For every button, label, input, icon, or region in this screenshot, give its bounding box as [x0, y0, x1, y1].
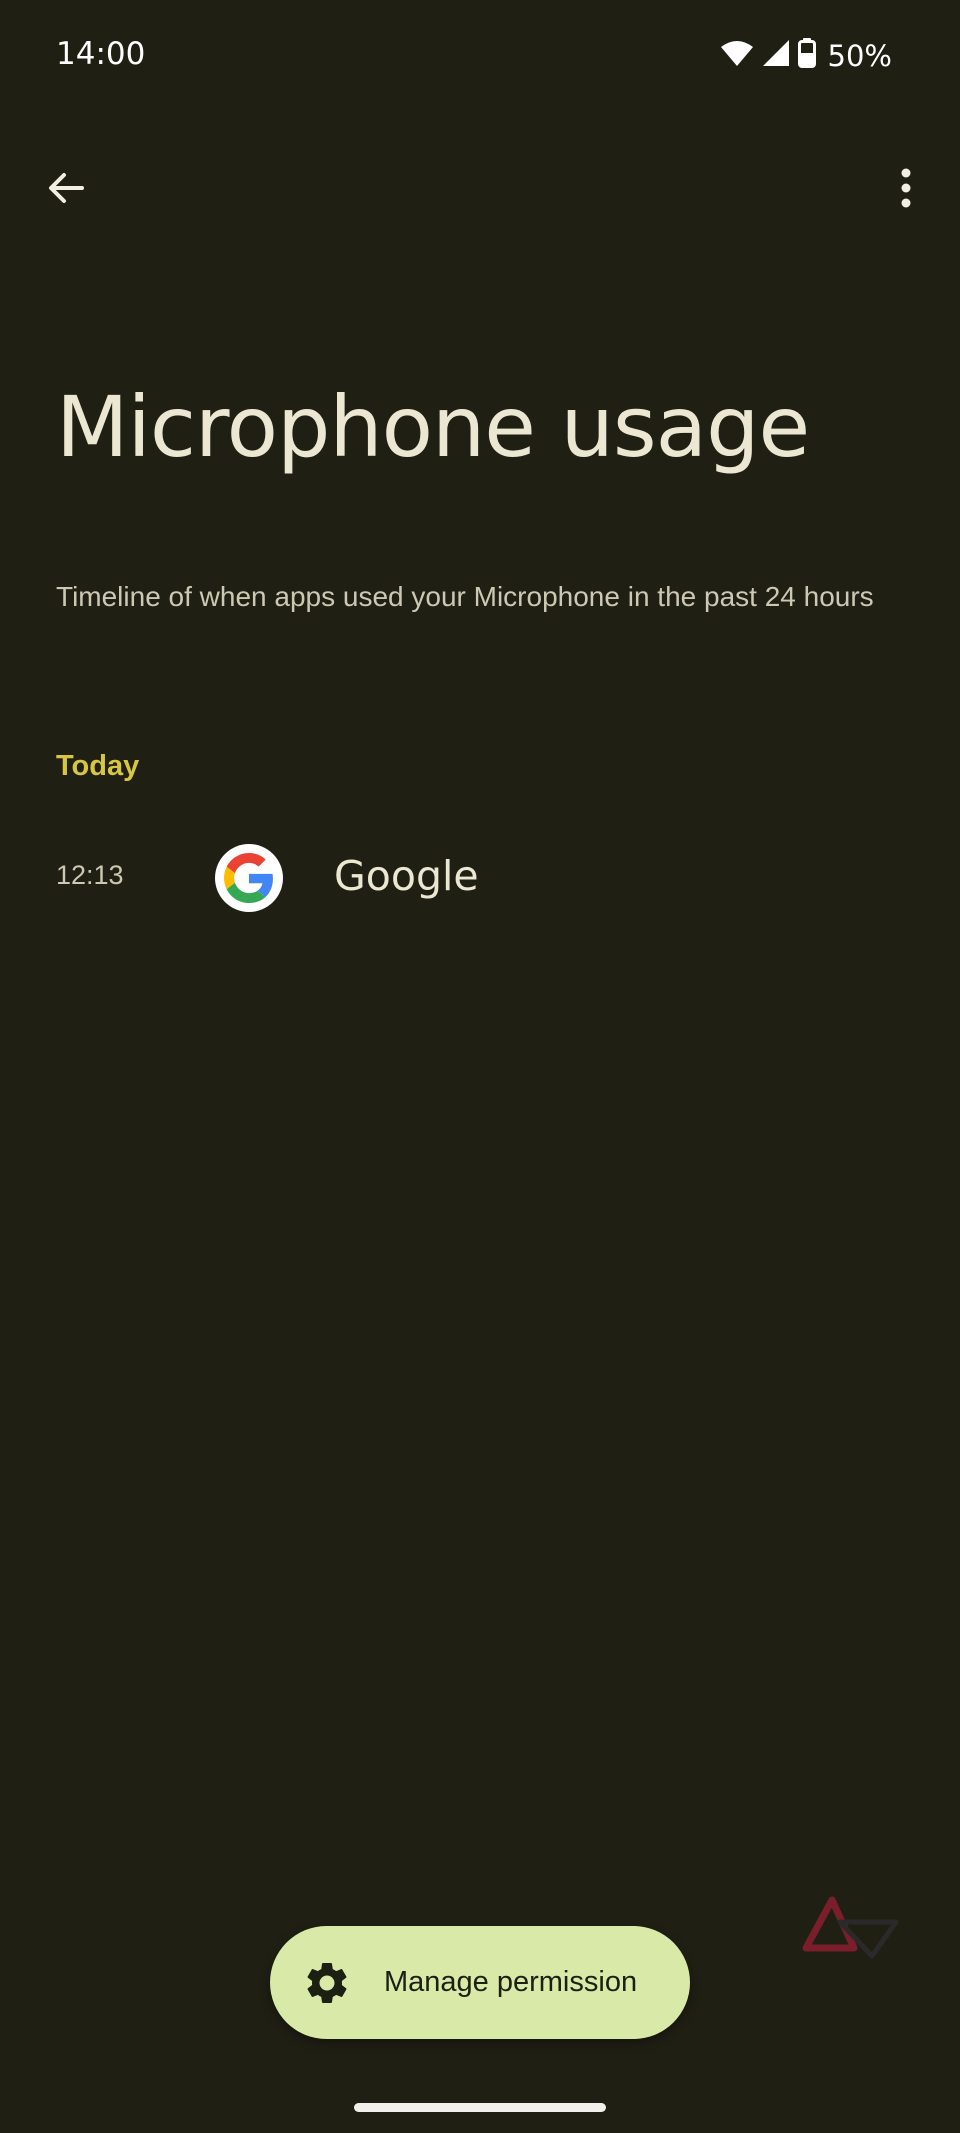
- more-options-button[interactable]: [874, 156, 938, 220]
- google-icon: [215, 844, 283, 912]
- page-title: Microphone usage: [56, 378, 810, 476]
- status-icons: 50%: [720, 38, 892, 73]
- wifi-icon: [720, 39, 754, 72]
- back-button[interactable]: [34, 156, 98, 220]
- status-bar: 14:00 50%: [0, 0, 960, 112]
- signal-icon: [762, 39, 790, 72]
- battery-percent: 50%: [827, 38, 892, 73]
- top-app-bar: [0, 140, 960, 220]
- battery-icon: [797, 38, 816, 73]
- watermark-logo: [800, 1890, 904, 1962]
- usage-entry-row[interactable]: 12:13 Google: [0, 834, 960, 920]
- gear-icon: [300, 1956, 354, 2010]
- manage-permission-label: Manage permission: [384, 1966, 638, 1998]
- page-description: Timeline of when apps used your Micropho…: [56, 581, 874, 612]
- arrow-back-icon: [49, 173, 84, 203]
- manage-permission-button[interactable]: Manage permission: [270, 1926, 690, 2039]
- more-vert-icon: [901, 168, 911, 208]
- status-time: 14:00: [56, 36, 146, 72]
- gesture-nav-handle[interactable]: [354, 2103, 606, 2112]
- usage-time: 12:13: [56, 860, 124, 890]
- app-name: Google: [334, 852, 479, 900]
- section-header-today: Today: [56, 750, 140, 782]
